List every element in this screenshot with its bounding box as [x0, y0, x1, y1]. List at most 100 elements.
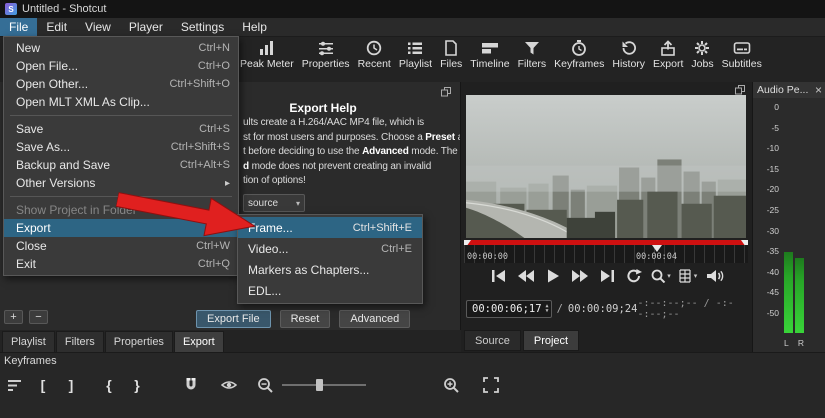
menu-file[interactable]: File	[0, 18, 37, 36]
filters-icon	[523, 39, 541, 56]
zoom-in-icon	[443, 377, 459, 393]
playhead[interactable]	[652, 245, 662, 252]
zoom-fit-button[interactable]: ▾	[649, 266, 673, 285]
position-spinner[interactable]: ▲ ▼	[546, 304, 549, 314]
menu-item-open-mlt-xml[interactable]: Open MLT XML As Clip...	[4, 93, 238, 111]
slider-handle[interactable]	[316, 379, 323, 391]
brace-close-button[interactable]: }	[124, 372, 150, 398]
tab-playlist[interactable]: Playlist	[2, 331, 55, 353]
menu-item-backup-and-save[interactable]: Backup and SaveCtrl+Alt+S	[4, 156, 238, 174]
menu-item-save-as[interactable]: Save As...Ctrl+Shift+S	[4, 138, 238, 156]
toolbar-recent[interactable]: Recent	[355, 37, 394, 72]
toolbar-history[interactable]: History	[609, 37, 648, 72]
toolbar-label: Peak Meter	[240, 58, 294, 70]
menu-item-open-other[interactable]: Open Other...Ctrl+Shift+O	[4, 75, 238, 93]
tab-properties[interactable]: Properties	[105, 331, 173, 353]
menu-item-new[interactable]: NewCtrl+N	[4, 39, 238, 57]
submenu-item-markers-as-chapters[interactable]: Markers as Chapters...	[238, 259, 422, 280]
keyframes-icon	[570, 39, 588, 56]
tab-filters[interactable]: Filters	[56, 331, 104, 353]
toolbar-files[interactable]: Files	[437, 37, 465, 72]
loop-icon	[625, 269, 643, 283]
time-ruler[interactable]: 00:00:00 00:00:04	[464, 245, 748, 263]
keyframes-toolbar: [ ] { }	[2, 371, 504, 399]
add-preset-button[interactable]: +	[4, 310, 23, 324]
toolbar-filters[interactable]: Filters	[515, 37, 550, 72]
current-position-field[interactable]: 00:00:06;17 ▲ ▼	[466, 300, 552, 318]
set-filter-end-button[interactable]: ]	[58, 372, 84, 398]
player-scrubber[interactable]: 00:00:00 00:00:04	[464, 240, 748, 263]
recent-icon	[365, 39, 383, 56]
jobs-icon	[693, 39, 711, 56]
fast-forward-icon	[571, 269, 589, 283]
submenu-item-edl[interactable]: EDL...	[238, 280, 422, 301]
advanced-button[interactable]: Advanced	[339, 310, 410, 328]
tab-source[interactable]: Source	[464, 330, 521, 351]
play-button[interactable]	[541, 266, 565, 285]
keyframes-zoom-slider[interactable]	[280, 372, 368, 398]
playlist-icon	[406, 39, 424, 56]
keyframes-title: Keyframes	[4, 355, 57, 367]
set-filter-start-button[interactable]: [	[30, 372, 56, 398]
zoom-out-button[interactable]	[252, 372, 278, 398]
tab-export[interactable]: Export	[174, 331, 224, 353]
toolbar-playlist[interactable]: Playlist	[396, 37, 435, 72]
export-help-text: ults create a H.264/AAC MP4 file, which …	[243, 116, 459, 189]
menu-item-export[interactable]: Export▸	[4, 219, 238, 237]
skip-previous-icon	[490, 269, 508, 283]
skip-next-button[interactable]	[595, 266, 619, 285]
scrub-while-dragging-button[interactable]	[216, 372, 242, 398]
keyframes-panel: Keyframes [ ] { }	[0, 352, 825, 418]
export-from-combobox[interactable]: source ▾	[243, 194, 305, 212]
loop-button[interactable]	[622, 266, 646, 285]
brace-open-button[interactable]: {	[96, 372, 122, 398]
remove-preset-button[interactable]: −	[29, 310, 48, 324]
tab-project[interactable]: Project	[523, 330, 579, 351]
volume-button[interactable]	[703, 266, 727, 285]
volume-icon	[706, 269, 724, 283]
transport-controls: ▾ ▾	[461, 266, 752, 285]
zoom-in-button[interactable]	[438, 372, 464, 398]
submenu-item-frame[interactable]: Frame...Ctrl+Shift+E	[238, 217, 422, 238]
toolbar-peak-meter[interactable]: Peak Meter	[237, 37, 297, 72]
grid-button[interactable]: ▾	[676, 266, 700, 285]
menu-item-other-versions[interactable]: Other Versions▸	[4, 174, 238, 192]
toolbar-timeline[interactable]: Timeline	[467, 37, 512, 72]
menu-settings[interactable]: Settings	[172, 18, 233, 36]
toolbar-properties[interactable]: Properties	[299, 37, 353, 72]
menu-item-open-file[interactable]: Open File...Ctrl+O	[4, 57, 238, 75]
close-icon[interactable]: ×	[815, 84, 822, 96]
menu-player[interactable]: Player	[120, 18, 172, 36]
menu-help[interactable]: Help	[233, 18, 276, 36]
rewind-button[interactable]	[514, 266, 538, 285]
menu-edit[interactable]: Edit	[37, 18, 76, 36]
menu-item-exit[interactable]: ExitCtrl+Q	[4, 255, 238, 273]
reset-button[interactable]: Reset	[280, 310, 331, 328]
files-icon	[442, 39, 460, 56]
export-file-button[interactable]: Export File	[196, 310, 271, 328]
subtitles-icon	[733, 39, 751, 56]
float-panel-icon[interactable]	[441, 87, 452, 97]
menu-view[interactable]: View	[76, 18, 120, 36]
snap-button[interactable]	[178, 372, 204, 398]
submenu-arrow-icon: ▸	[225, 178, 230, 189]
fast-forward-button[interactable]	[568, 266, 592, 285]
menu-icon	[7, 377, 23, 393]
ruler-label: 00:00:00	[467, 252, 508, 262]
toolbar-keyframes[interactable]: Keyframes	[551, 37, 607, 72]
menu-item-save[interactable]: SaveCtrl+S	[4, 120, 238, 138]
toolbar-label: Subtitles	[722, 58, 762, 70]
spin-down-icon: ▼	[546, 309, 549, 314]
menu-item-close[interactable]: CloseCtrl+W	[4, 237, 238, 255]
skip-next-icon	[598, 269, 616, 283]
float-panel-icon[interactable]	[735, 85, 746, 95]
zoom-fit-button[interactable]	[478, 372, 504, 398]
toolbar-label: Files	[440, 58, 462, 70]
toolbar-export[interactable]: Export	[650, 37, 686, 72]
skip-previous-button[interactable]	[487, 266, 511, 285]
keyframes-menu-button[interactable]	[2, 372, 28, 398]
submenu-item-video[interactable]: Video...Ctrl+E	[238, 238, 422, 259]
toolbar-jobs[interactable]: Jobs	[688, 37, 716, 72]
toolbar-subtitles[interactable]: Subtitles	[719, 37, 765, 72]
dock-tabs: Playlist Filters Properties Export	[2, 331, 224, 353]
